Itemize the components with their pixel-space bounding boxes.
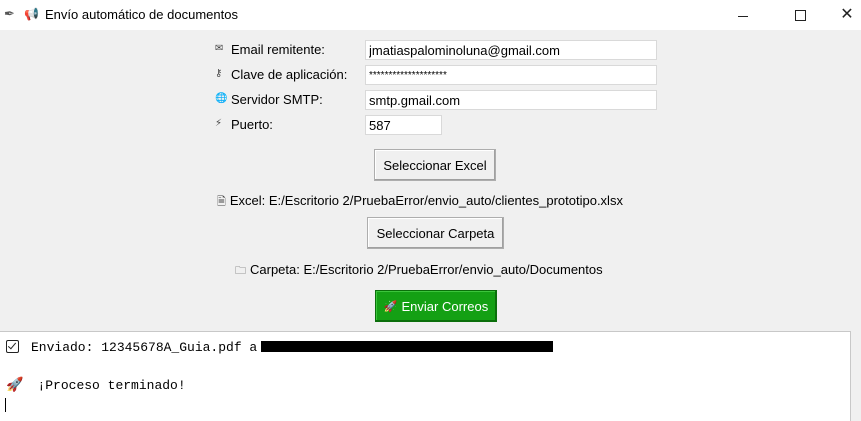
port-label: Puerto: bbox=[231, 117, 273, 132]
log-line-sent: Enviado: 12345678A_Guia.pdf a bbox=[6, 340, 554, 355]
log-line-done: 🚀 ¡Proceso terminado! bbox=[6, 377, 186, 394]
excel-path: 🗎 Excel: E:/Escritorio 2/PruebaError/envi… bbox=[217, 193, 623, 212]
excel-path-text: Excel: E:/Escritorio 2/PruebaError/envio… bbox=[229, 193, 623, 208]
maximize-icon bbox=[794, 9, 806, 21]
close-button[interactable]: ✕ bbox=[833, 0, 861, 30]
plug-icon: ⚡ bbox=[215, 118, 223, 129]
close-icon: ✕ bbox=[840, 6, 854, 23]
folder-path-text: Carpeta: E:/Escritorio 2/PruebaError/env… bbox=[250, 262, 603, 277]
password-field[interactable] bbox=[365, 65, 657, 85]
key-icon: ⚷ bbox=[215, 68, 223, 79]
log-textarea[interactable]: Enviado: 12345678A_Guia.pdf a 🚀 ¡Proceso … bbox=[0, 331, 851, 421]
select-excel-button[interactable]: Seleccionar Excel bbox=[374, 149, 496, 181]
rocket-icon: 🚀 bbox=[383, 300, 398, 313]
text-cursor bbox=[5, 398, 6, 412]
minimize-icon bbox=[738, 15, 748, 17]
envelope-icon: ✉ bbox=[215, 43, 224, 54]
check-box-icon bbox=[6, 340, 19, 353]
log-done-text: ¡Proceso terminado! bbox=[37, 378, 186, 393]
select-folder-button[interactable]: Seleccionar Carpeta bbox=[367, 217, 504, 249]
minimize-button[interactable] bbox=[720, 0, 766, 30]
send-emails-button[interactable]: 🚀 Enviar Correos bbox=[375, 290, 497, 322]
globe-icon: 🌐 bbox=[215, 93, 228, 104]
maximize-button[interactable] bbox=[777, 0, 823, 30]
password-label: Clave de aplicación: bbox=[231, 67, 348, 82]
email-field[interactable] bbox=[365, 40, 657, 60]
log-sent-text: Enviado: 12345678A_Guia.pdf a bbox=[31, 340, 258, 355]
feather-icon: ✒ bbox=[4, 6, 15, 21]
smtp-field[interactable] bbox=[365, 90, 657, 110]
smtp-label: Servidor SMTP: bbox=[231, 92, 323, 107]
rocket-icon: 🚀 bbox=[6, 378, 24, 394]
email-label: Email remitente: bbox=[231, 42, 325, 57]
redacted-email bbox=[261, 341, 554, 352]
megaphone-icon: 📢 bbox=[24, 7, 39, 21]
window-title: Envío automático de documentos bbox=[45, 7, 238, 22]
document-icon: 🗎 bbox=[217, 196, 226, 208]
send-emails-label: Enviar Correos bbox=[401, 298, 489, 314]
title-bar: ✒ 📢 Envío automático de documentos ✕ bbox=[0, 0, 861, 30]
port-field[interactable] bbox=[365, 115, 442, 135]
folder-icon: 🗀 bbox=[235, 265, 246, 277]
folder-path: 🗀 Carpeta: E:/Escritorio 2/PruebaError/en… bbox=[235, 262, 603, 281]
